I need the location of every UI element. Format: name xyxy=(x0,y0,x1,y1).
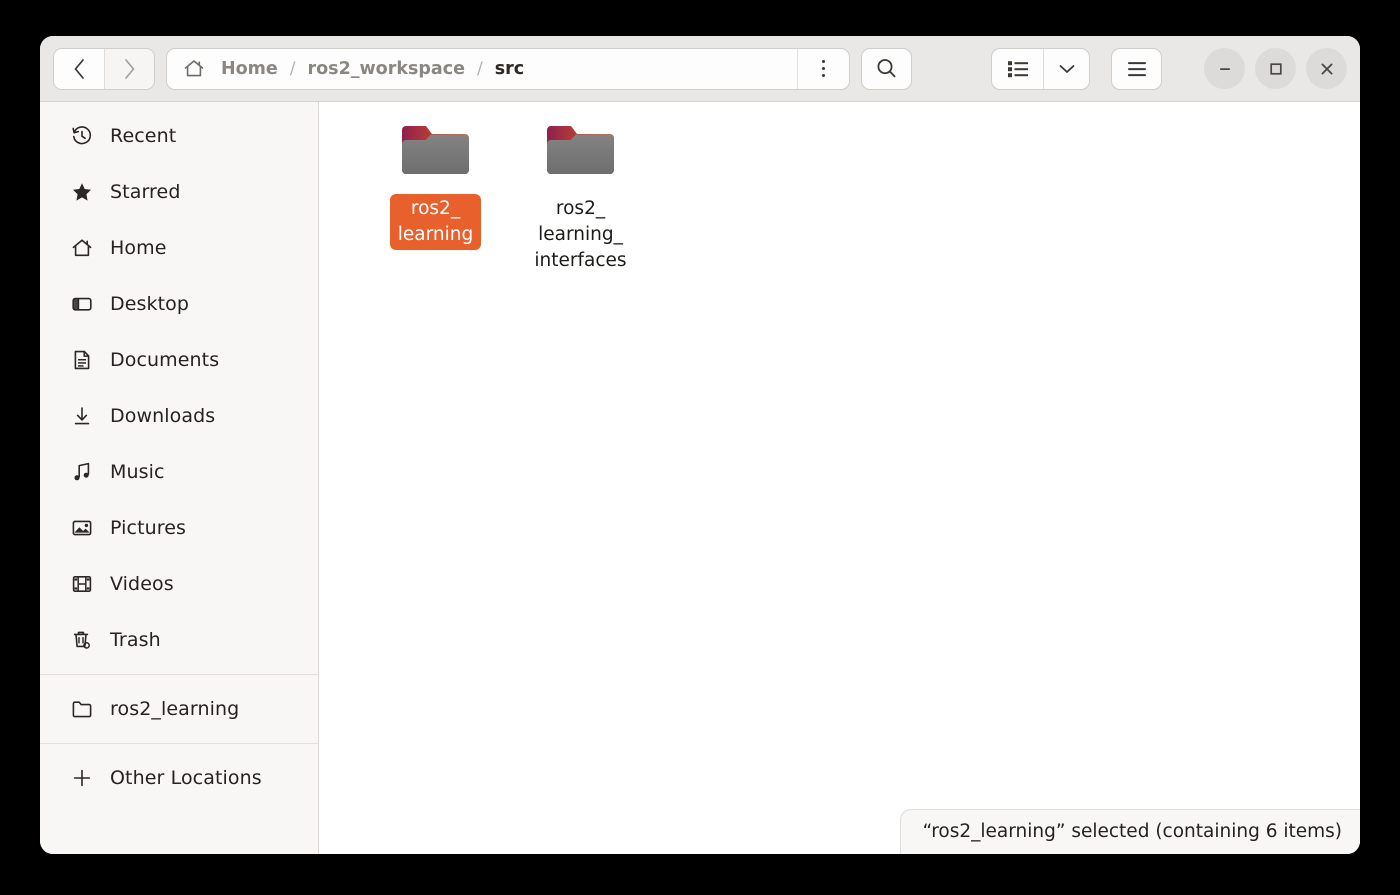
sidebar-separator xyxy=(40,743,318,744)
desktop-icon xyxy=(70,293,93,315)
sidebar-item-starred[interactable]: Starred xyxy=(48,164,310,220)
sidebar-item-desktop[interactable]: Desktop xyxy=(48,276,310,332)
back-button[interactable] xyxy=(54,48,104,89)
breadcrumb-separator: / xyxy=(476,58,483,79)
sidebar-item-recent[interactable]: Recent xyxy=(48,108,310,164)
maximize-icon xyxy=(1269,62,1282,75)
list-view-button[interactable] xyxy=(992,49,1043,89)
sidebar-item-other-locations[interactable]: Other Locations xyxy=(48,750,310,806)
minimize-button[interactable] xyxy=(1204,48,1245,89)
breadcrumb-separator: / xyxy=(289,58,296,79)
folder-icon xyxy=(544,120,617,184)
main-menu-button[interactable] xyxy=(1111,47,1162,90)
breadcrumb-item-src[interactable]: src xyxy=(487,57,532,81)
sidebar-item-pictures[interactable]: Pictures xyxy=(48,500,310,556)
search-button[interactable] xyxy=(861,47,912,90)
sidebar-item-ros2-learning[interactable]: ros2_learning xyxy=(48,681,310,737)
breadcrumb-item-ros2-workspace[interactable]: ros2_workspace xyxy=(300,57,473,81)
file-name-label: ros2_ learning_ interfaces xyxy=(534,198,627,271)
close-icon xyxy=(1321,63,1333,75)
breadcrumb: Home / ros2_workspace / src xyxy=(167,57,797,81)
folder-outline-icon xyxy=(70,698,93,720)
chevron-left-icon xyxy=(74,58,84,79)
minimize-icon xyxy=(1219,67,1230,70)
sidebar-item-label: Desktop xyxy=(110,293,190,315)
plus-icon xyxy=(70,767,93,789)
status-bar: “ros2_learning” selected (containing 6 i… xyxy=(899,809,1360,854)
list-view-icon xyxy=(1007,60,1028,77)
document-icon xyxy=(70,349,93,371)
view-mode-controls xyxy=(991,47,1090,90)
home-icon xyxy=(179,58,212,79)
sidebar-item-label: Music xyxy=(110,461,165,483)
sidebar-separator xyxy=(40,674,318,675)
chevron-down-icon xyxy=(1059,64,1074,73)
window-controls xyxy=(1204,48,1347,89)
trash-icon xyxy=(70,629,93,651)
navigation-buttons xyxy=(53,47,155,90)
path-bar: Home / ros2_workspace / src xyxy=(166,47,850,90)
maximize-button[interactable] xyxy=(1255,48,1296,89)
window-body: Recent Starred Home Desktop Documents Do… xyxy=(40,102,1360,854)
chevron-right-icon xyxy=(125,58,135,79)
breadcrumb-item-home[interactable]: Home xyxy=(213,57,286,81)
file-item-ros2-learning[interactable]: ros2_ learning xyxy=(363,120,508,276)
sidebar-item-label: Trash xyxy=(110,629,161,651)
sidebar-item-label: Starred xyxy=(110,181,181,203)
three-dots-icon xyxy=(821,59,826,78)
file-item-ros2-learning-interfaces[interactable]: ros2_ learning_ interfaces xyxy=(508,120,653,276)
forward-button[interactable] xyxy=(104,48,154,89)
sidebar-item-documents[interactable]: Documents xyxy=(48,332,310,388)
sidebar-item-label: Pictures xyxy=(110,517,187,539)
sidebar-item-label: Videos xyxy=(110,573,174,595)
sidebar-item-trash[interactable]: Trash xyxy=(48,612,310,668)
download-icon xyxy=(70,405,93,427)
file-manager-window: Home / ros2_workspace / src Recent Starr… xyxy=(40,36,1360,854)
header-bar: Home / ros2_workspace / src xyxy=(40,36,1360,102)
folder-icon xyxy=(399,120,472,184)
file-grid: ros2_ learning ros2_ learning_ interface… xyxy=(363,120,1360,276)
sidebar-item-music[interactable]: Music xyxy=(48,444,310,500)
sidebar-item-downloads[interactable]: Downloads xyxy=(48,388,310,444)
file-grid-area[interactable]: ros2_ learning ros2_ learning_ interface… xyxy=(319,102,1360,854)
path-menu-button[interactable] xyxy=(797,48,849,89)
clock-history-icon xyxy=(70,125,93,147)
search-icon xyxy=(877,59,896,78)
sidebar-item-label: Downloads xyxy=(110,405,216,427)
sidebar-item-label: Home xyxy=(110,237,167,259)
music-note-icon xyxy=(70,461,93,483)
hamburger-menu-icon xyxy=(1127,61,1146,76)
sidebar: Recent Starred Home Desktop Documents Do… xyxy=(40,102,319,854)
sidebar-item-label: Recent xyxy=(110,125,177,147)
video-film-icon xyxy=(70,573,93,595)
view-options-dropdown[interactable] xyxy=(1043,48,1089,89)
sidebar-item-label: ros2_learning xyxy=(110,698,240,720)
sidebar-item-label: Documents xyxy=(110,349,220,371)
sidebar-item-videos[interactable]: Videos xyxy=(48,556,310,612)
file-name-label: ros2_ learning xyxy=(389,194,482,250)
picture-icon xyxy=(70,517,93,539)
close-button[interactable] xyxy=(1306,48,1347,89)
home-icon xyxy=(70,237,93,259)
sidebar-item-label: Other Locations xyxy=(110,767,262,789)
sidebar-item-home[interactable]: Home xyxy=(48,220,310,276)
star-icon xyxy=(70,181,93,203)
